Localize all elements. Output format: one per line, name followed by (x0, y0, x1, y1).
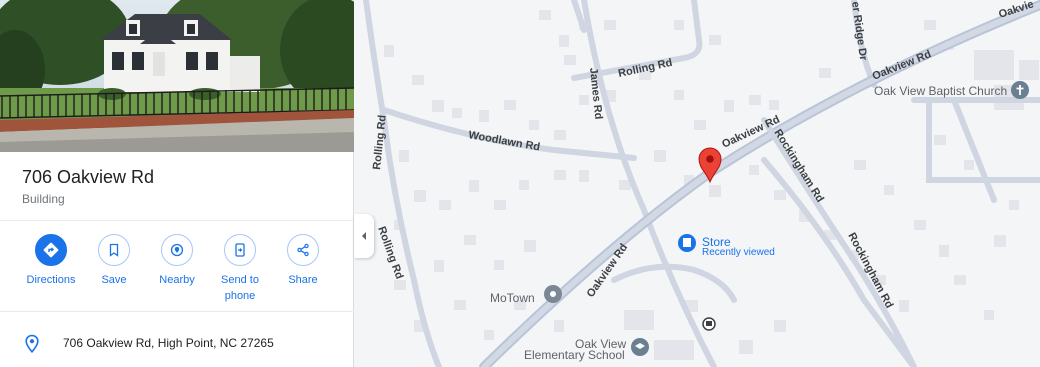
location-marker-icon (25, 334, 39, 354)
poi-label-school-2: Elementary School (524, 348, 625, 362)
send-to-phone-button[interactable]: Send to phone (208, 234, 272, 304)
send-to-phone-label-line1: Send to (221, 274, 259, 286)
share-button[interactable]: Share (271, 234, 335, 288)
directions-label: Directions (26, 274, 76, 286)
place-category: Building (22, 192, 65, 206)
poi-label-church: Oak View Baptist Church (874, 84, 1007, 98)
map-canvas[interactable]: James Rd Rolling Rd Rolling Rd Rolling R… (354, 0, 1040, 367)
place-photo[interactable] (0, 0, 354, 152)
divider (0, 220, 354, 221)
nearby-button[interactable]: Nearby (145, 234, 209, 288)
send-to-phone-label-line2: phone (224, 290, 256, 302)
place-header: 706 Oakview Rd Building (22, 166, 154, 206)
school-icon[interactable] (631, 338, 649, 356)
poi-label-store-sub: Recently viewed (702, 247, 775, 258)
save-label: Save (101, 274, 127, 286)
house-photo-illustration (0, 0, 354, 152)
map-svg[interactable]: James Rd Rolling Rd Rolling Rd Rolling R… (354, 0, 1040, 367)
poi-label-motown: MoTown (490, 291, 535, 305)
address-row[interactable]: 706 Oakview Rd, High Point, NC 27265 (0, 324, 354, 364)
chevron-left-icon (362, 232, 366, 240)
send-to-phone-label: Send to phone (208, 272, 272, 304)
collapse-panel-button[interactable] (354, 214, 374, 258)
share-icon (287, 234, 319, 266)
place-panel: 706 Oakview Rd Building Directions Save (0, 0, 354, 367)
nearby-icon (161, 234, 193, 266)
share-label: Share (288, 274, 318, 286)
send-to-phone-icon (224, 234, 256, 266)
place-address: 706 Oakview Rd, High Point, NC 27265 (63, 336, 274, 350)
transit-stop-icon[interactable] (702, 317, 716, 331)
nearby-label: Nearby (159, 274, 195, 286)
bookmark-icon (98, 234, 130, 266)
directions-button[interactable]: Directions (19, 234, 83, 288)
save-button[interactable]: Save (82, 234, 146, 288)
place-title: 706 Oakview Rd (22, 167, 155, 187)
church-icon[interactable] (1011, 81, 1029, 99)
directions-icon (35, 234, 67, 266)
divider (0, 311, 354, 312)
store-icon[interactable] (678, 234, 696, 252)
motown-icon[interactable] (544, 285, 562, 303)
action-bar: Directions Save Nearby Send to phone Sha… (0, 234, 354, 304)
